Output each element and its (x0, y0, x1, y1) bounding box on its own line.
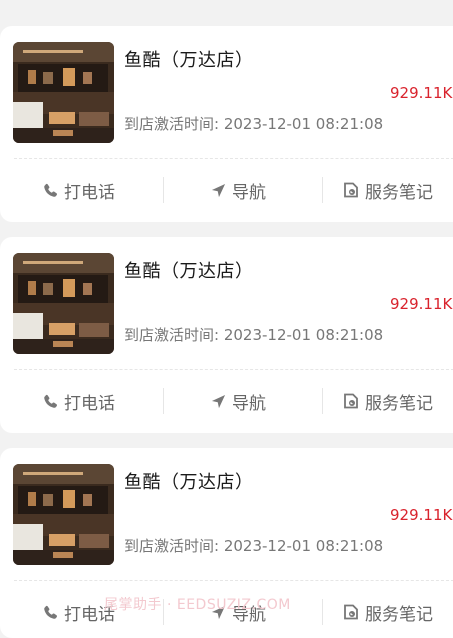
distance-value: 929.11K (390, 506, 453, 524)
navigate-label: 导航 (232, 393, 266, 414)
call-label: 打电话 (64, 182, 115, 203)
activation-time-label: 到店激活时间: (124, 326, 220, 344)
service-notes-label: 服务笔记 (365, 182, 433, 203)
action-separator (163, 177, 164, 203)
action-separator (163, 388, 164, 414)
service-notes-label: 服务笔记 (365, 393, 433, 414)
activation-time: 到店激活时间: 2023-12-01 08:21:08 (124, 535, 383, 556)
service-notes-label: 服务笔记 (365, 604, 433, 625)
watermark-text: 尾掌助手 · EEDSUZIZ.COM (104, 597, 291, 613)
call-button[interactable]: 打电话 (43, 383, 115, 419)
service-notes-button[interactable]: 服务笔记 (343, 383, 433, 419)
call-label: 打电话 (64, 393, 115, 414)
action-separator (322, 599, 323, 625)
distance-value: 929.11K (390, 84, 453, 102)
navigate-button[interactable]: 导航 (211, 172, 266, 208)
service-notes-icon (343, 182, 359, 198)
phone-icon (43, 183, 58, 198)
store-photo (13, 464, 114, 565)
phone-icon (43, 394, 58, 409)
store-photo (13, 42, 114, 143)
activation-time-value: 2023-12-01 08:21:08 (223, 537, 384, 555)
card-actions: 打电话 导航 服务笔记 (0, 172, 453, 208)
store-card[interactable]: 鱼酷（万达店） 929.11K 到店激活时间: 2023-12-01 08:21… (0, 26, 453, 222)
activation-time-label: 到店激活时间: (124, 115, 220, 133)
activation-time: 到店激活时间: 2023-12-01 08:21:08 (124, 324, 383, 345)
activation-time-value: 2023-12-01 08:21:08 (223, 115, 384, 133)
store-name: 鱼酷（万达店） (124, 261, 254, 282)
card-actions: 打电话 导航 服务笔记 (0, 383, 453, 419)
card-divider (14, 158, 453, 159)
action-separator (322, 177, 323, 203)
distance-value: 929.11K (390, 295, 453, 313)
action-separator (322, 388, 323, 414)
card-divider (14, 369, 453, 370)
activation-time-label: 到店激活时间: (124, 537, 220, 555)
navigate-button[interactable]: 导航 (211, 383, 266, 419)
service-notes-icon (343, 393, 359, 409)
activation-time-value: 2023-12-01 08:21:08 (223, 326, 384, 344)
top-bar (0, 0, 453, 12)
service-notes-button[interactable]: 服务笔记 (343, 172, 433, 208)
store-name: 鱼酷（万达店） (124, 50, 254, 71)
navigate-label: 导航 (232, 182, 266, 203)
phone-icon (43, 605, 58, 620)
card-divider (14, 580, 453, 581)
store-card[interactable]: 鱼酷（万达店） 929.11K 到店激活时间: 2023-12-01 08:21… (0, 237, 453, 433)
navigation-arrow-icon (211, 183, 226, 198)
service-notes-icon (343, 604, 359, 620)
store-photo (13, 253, 114, 354)
navigation-arrow-icon (211, 394, 226, 409)
activation-time: 到店激活时间: 2023-12-01 08:21:08 (124, 113, 383, 134)
store-name: 鱼酷（万达店） (124, 472, 254, 493)
call-button[interactable]: 打电话 (43, 172, 115, 208)
